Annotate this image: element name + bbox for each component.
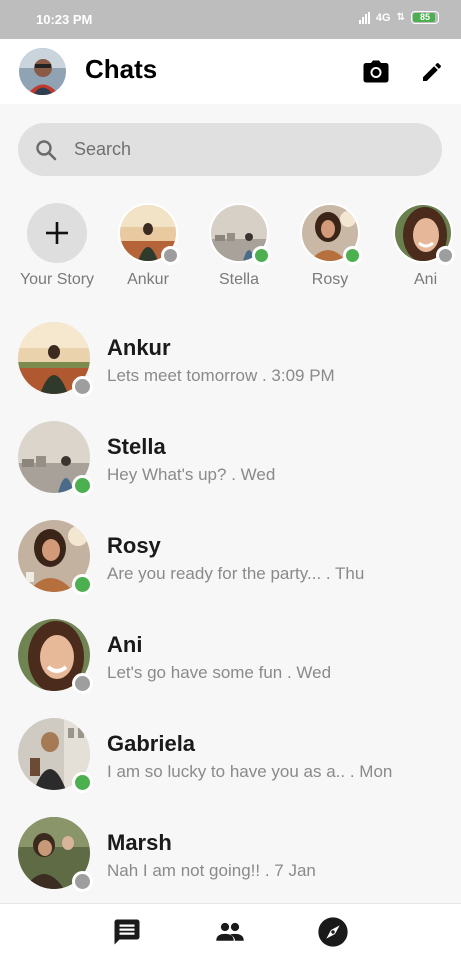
camera-icon <box>363 60 389 83</box>
story-stella[interactable]: Stella <box>193 203 285 289</box>
page-title: Chats <box>85 54 158 84</box>
avatar <box>18 520 93 595</box>
status-dot <box>161 246 180 265</box>
chat-row-ani[interactable]: Ani Let's go have some fun . Wed <box>0 617 461 707</box>
status-dot <box>72 871 93 892</box>
status-icons: 4G ⇅ 85 <box>358 11 439 24</box>
last-message: Hey What's up? . Wed <box>107 465 276 484</box>
status-dot <box>72 772 93 793</box>
camera-button[interactable] <box>361 57 391 87</box>
status-dot <box>72 376 93 397</box>
contact-name: Ankur <box>107 335 171 360</box>
chat-row-marsh[interactable]: Marsh Nah I am not going!! . 7 Jan <box>0 815 461 905</box>
nav-chats-button[interactable] <box>110 915 144 949</box>
story-rosy[interactable]: Rosy <box>284 203 376 289</box>
story-ankur[interactable]: Ankur <box>102 203 194 289</box>
last-message: Are you ready for the party... . Thu <box>107 564 365 583</box>
avatar <box>18 322 93 397</box>
contact-name: Marsh <box>107 830 172 855</box>
search-icon <box>36 139 57 160</box>
avatar <box>18 718 93 793</box>
nav-people-button[interactable] <box>213 915 247 949</box>
chat-row-gabriela[interactable]: Gabriela I am so lucky to have you as a.… <box>0 716 461 806</box>
chat-row-ankur[interactable]: Ankur Lets meet tomorrow . 3:09 PM <box>0 320 461 410</box>
avatar <box>209 203 271 265</box>
battery-level: 85 <box>419 12 430 22</box>
network-label: 4G <box>375 11 391 24</box>
signal-icon <box>358 11 370 24</box>
avatar <box>18 619 93 694</box>
people-icon <box>216 922 244 941</box>
contact-name: Gabriela <box>107 731 196 756</box>
chat-row-stella[interactable]: Stella Hey What's up? . Wed <box>0 419 461 509</box>
story-label: Ankur <box>127 271 169 288</box>
status-bar: 10:23 PM 4G ⇅ 85 <box>0 0 461 39</box>
chat-bubble-icon <box>114 919 140 945</box>
profile-avatar[interactable] <box>19 48 66 95</box>
plus-icon <box>46 222 68 244</box>
add-story-button[interactable] <box>27 203 87 263</box>
last-message: I am so lucky to have you as a.. . Mon <box>107 762 393 781</box>
compass-icon <box>318 917 348 947</box>
avatar <box>18 421 93 496</box>
contact-name: Ani <box>107 632 143 657</box>
contact-name: Stella <box>107 434 166 459</box>
story-your-story[interactable]: Your Story <box>11 203 103 289</box>
search-bar[interactable] <box>18 123 442 176</box>
last-message: Lets meet tomorrow . 3:09 PM <box>107 366 335 385</box>
story-label: Rosy <box>311 271 349 288</box>
chat-row-rosy[interactable]: Rosy Are you ready for the party... . Th… <box>0 518 461 608</box>
avatar <box>118 203 180 265</box>
avatar <box>18 817 93 892</box>
status-dot <box>343 246 362 265</box>
new-message-button[interactable] <box>417 57 447 87</box>
status-dot <box>72 574 93 595</box>
story-ani[interactable]: Ani <box>381 203 461 289</box>
data-arrows-icon: ⇅ <box>396 12 405 23</box>
status-time: 10:23 PM <box>36 12 93 27</box>
last-message: Let's go have some fun . Wed <box>107 663 332 682</box>
status-dot <box>252 246 271 265</box>
avatar <box>393 203 455 265</box>
stories-row: Your Story Ankur Stella Rosy Ani <box>0 203 461 303</box>
bottom-nav <box>0 903 461 960</box>
last-message: Nah I am not going!! . 7 Jan <box>107 861 316 880</box>
status-dot <box>72 475 93 496</box>
battery-icon: 85 <box>411 11 439 24</box>
status-dot <box>436 246 455 265</box>
contact-name: Rosy <box>107 533 161 558</box>
avatar <box>300 203 362 265</box>
story-label: Stella <box>218 271 260 288</box>
edit-icon <box>423 62 442 81</box>
status-dot <box>72 673 93 694</box>
story-label: Ani <box>414 271 438 288</box>
search-input[interactable] <box>74 139 374 160</box>
nav-discover-button[interactable] <box>316 915 350 949</box>
story-label: Your Story <box>19 271 95 288</box>
app-header: Chats <box>0 39 461 104</box>
